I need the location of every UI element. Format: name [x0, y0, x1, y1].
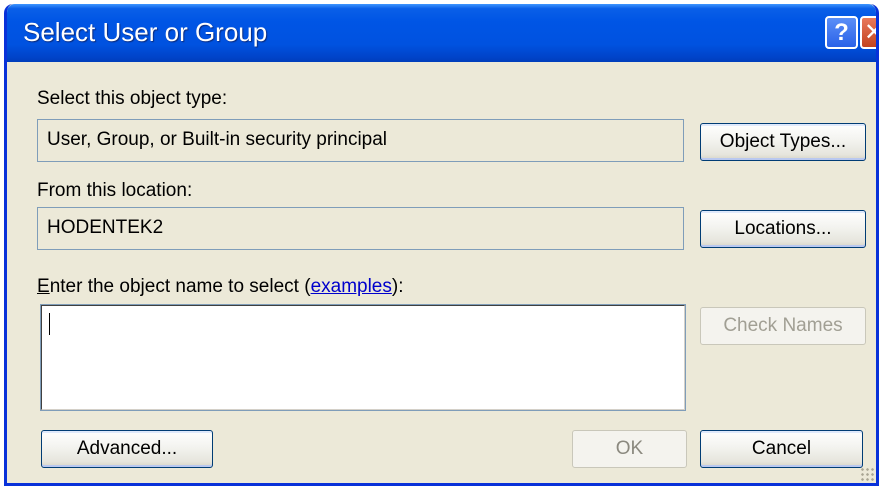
- object-name-label-suffix: ):: [391, 276, 404, 297]
- object-name-label-text: nter the object name to select (: [49, 276, 311, 297]
- check-names-button[interactable]: Check Names: [700, 307, 866, 345]
- input-inner-border: [41, 305, 685, 410]
- dialog-window: Select User or Group ? ✕ Select this obj…: [4, 4, 879, 486]
- locations-button[interactable]: Locations...: [700, 210, 866, 248]
- help-icon[interactable]: ?: [825, 16, 858, 49]
- close-icon[interactable]: ✕: [860, 16, 876, 49]
- window-title: Select User or Group: [23, 17, 268, 47]
- object-name-input[interactable]: [40, 304, 686, 411]
- object-type-label: Select this object type:: [37, 88, 228, 109]
- text-caret: [49, 313, 50, 335]
- advanced-button[interactable]: Advanced...: [41, 430, 213, 468]
- cancel-button[interactable]: Cancel: [700, 430, 863, 468]
- ok-button[interactable]: OK: [572, 430, 687, 468]
- location-field: HODENTEK2: [37, 207, 684, 250]
- examples-link[interactable]: examples: [311, 276, 392, 297]
- resize-grip-icon[interactable]: [860, 467, 874, 481]
- object-name-label: Enter the object name to select (example…: [37, 276, 404, 298]
- object-name-label-mnemonic: E: [37, 276, 50, 297]
- object-types-button[interactable]: Object Types...: [700, 123, 866, 161]
- location-label: From this location:: [37, 180, 193, 201]
- title-bar[interactable]: Select User or Group ? ✕: [7, 4, 876, 62]
- object-type-field: User, Group, or Built-in security princi…: [37, 119, 684, 162]
